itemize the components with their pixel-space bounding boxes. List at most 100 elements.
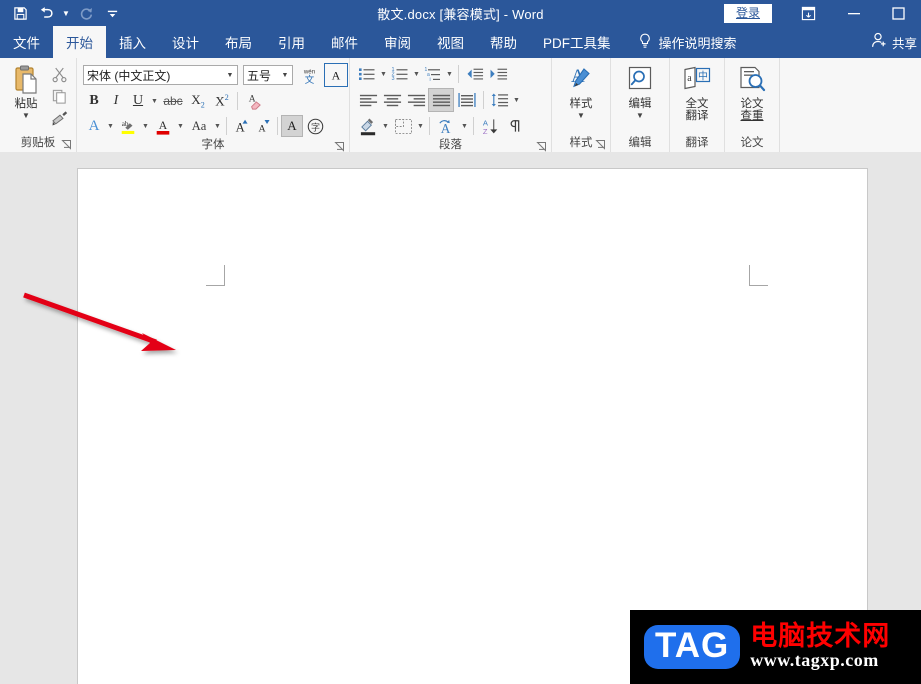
font-color-icon[interactable]: A [151,115,175,137]
change-case-icon[interactable]: Aa [186,115,212,137]
styles-button[interactable]: A 样式 ▼ [558,61,604,120]
strikethrough-icon[interactable]: abc [160,90,186,112]
shading-icon[interactable] [356,115,380,137]
font-family-caret[interactable]: ▼ [223,72,237,79]
editing-dropdown-caret[interactable]: ▼ [636,112,644,120]
minimize-icon[interactable] [831,0,876,26]
styles-dialog-launcher[interactable] [595,139,606,150]
save-icon[interactable] [8,2,32,24]
tab-design[interactable]: 设计 [159,26,212,58]
paragraph-dialog-launcher[interactable] [536,141,547,152]
font-size-caret[interactable]: ▼ [278,72,292,79]
tab-help[interactable]: 帮助 [477,26,530,58]
ribbon-group-paragraph: ▼ 1 2 3 ▼ 1 a i ▼ ▼ ▼ ▼ A ▼ A Z 段落 [350,58,552,152]
sort-icon[interactable]: A Z [477,115,501,137]
bold-icon[interactable]: B [83,90,105,112]
grow-font-icon[interactable]: A [230,115,252,137]
line-spacing-icon[interactable] [487,89,511,111]
tab-home[interactable]: 开始 [53,26,106,58]
numbering-icon[interactable]: 1 2 3 [389,63,411,85]
thesis-check-button[interactable]: 论文 查重 [729,61,775,123]
thesis-label-text: 论文 [740,137,764,149]
maximize-icon[interactable] [876,0,921,26]
character-shading-icon[interactable]: A [281,115,303,137]
tab-file[interactable]: 文件 [0,26,53,58]
cut-icon[interactable] [48,63,70,85]
shrink-font-icon[interactable]: A [252,115,274,137]
editing-button[interactable]: 编辑 ▼ [617,61,663,120]
multilevel-list-caret[interactable]: ▼ [444,63,455,85]
undo-dropdown-caret[interactable]: ▼ [60,2,72,24]
tab-mailings[interactable]: 邮件 [318,26,371,58]
clipboard-dialog-launcher[interactable] [61,139,72,150]
subscript-icon[interactable]: X2 [186,90,210,112]
numbering-caret[interactable]: ▼ [411,63,422,85]
tab-view[interactable]: 视图 [424,26,477,58]
text-highlight-color-icon[interactable]: ab [116,115,140,137]
text-effects-icon[interactable]: A [83,115,105,137]
text-effects-caret[interactable]: ▼ [105,115,116,137]
redo-icon[interactable] [74,2,98,24]
change-case-caret[interactable]: ▼ [212,115,223,137]
customize-quick-access-icon[interactable] [100,2,124,24]
ribbon-group-editing-label: 编辑 [611,135,669,152]
top-left-margin-mark [206,265,225,286]
ribbon-group-thesis: 论文 查重 论文 [725,58,780,152]
share-label[interactable]: 共享 [892,33,917,52]
borders-icon[interactable] [391,115,415,137]
font-color-caret[interactable]: ▼ [175,115,186,137]
tell-me-search[interactable]: 操作说明搜索 [624,26,747,58]
borders-caret[interactable]: ▼ [415,115,426,137]
ribbon-display-options-icon[interactable] [786,0,831,26]
clear-formatting-icon[interactable]: A [241,90,265,112]
italic-icon[interactable]: I [105,90,127,112]
align-right-icon[interactable] [404,89,428,111]
distribute-icon[interactable] [454,89,480,111]
font-dialog-launcher[interactable] [334,141,345,152]
tab-references[interactable]: 引用 [265,26,318,58]
multilevel-list-icon[interactable]: 1 a i [422,63,444,85]
paste-dropdown-caret[interactable]: ▼ [22,112,30,120]
text-highlight-caret[interactable]: ▼ [140,115,151,137]
increase-indent-icon[interactable] [486,63,510,85]
enclose-characters-icon[interactable]: 字 [303,115,327,137]
ribbon-group-thesis-label: 论文 [725,135,779,152]
person-add-icon[interactable] [870,31,890,54]
justify-icon[interactable] [428,88,454,112]
svg-text:3: 3 [392,76,395,82]
undo-icon[interactable] [34,2,58,24]
copy-icon[interactable] [48,85,70,107]
character-border-icon[interactable]: A [324,63,348,87]
document-area[interactable]: TAG 电脑技术网 www.tagxp.com [0,152,921,684]
full-text-translate-button[interactable]: a 中 全文 翻译 [674,61,720,123]
tab-insert[interactable]: 插入 [106,26,159,58]
bullets-caret[interactable]: ▼ [378,63,389,85]
phonetic-guide-icon[interactable]: wén 文 [297,64,321,86]
underline-dropdown-caret[interactable]: ▼ [149,90,160,112]
tab-review[interactable]: 审阅 [371,26,424,58]
tab-layout[interactable]: 布局 [212,26,265,58]
styles-dropdown-caret[interactable]: ▼ [577,112,585,120]
sign-in-button[interactable]: 登录 [723,3,772,23]
align-left-icon[interactable] [356,89,380,111]
tab-pdf-toolkit[interactable]: PDF工具集 [530,26,624,58]
font-size-combo[interactable]: 五号 ▼ [243,65,293,85]
format-painter-icon[interactable] [48,107,70,129]
title-bar: ▼ 散文.docx [兼容模式] - Word 登录 [0,0,921,26]
paste-button[interactable]: 粘贴 ▼ [4,61,48,120]
asian-layout-icon[interactable]: A [433,115,459,137]
align-center-icon[interactable] [380,89,404,111]
bullets-icon[interactable] [356,63,378,85]
word-page[interactable] [77,168,868,684]
svg-text:Z: Z [482,127,487,136]
underline-icon[interactable]: U [127,90,149,112]
decrease-indent-icon[interactable] [462,63,486,85]
show-formatting-marks-icon[interactable] [501,115,527,137]
font-family-combo[interactable]: 宋体 (中文正文) ▼ [83,65,238,85]
shading-caret[interactable]: ▼ [380,115,391,137]
superscript-icon[interactable]: X2 [210,90,234,112]
font-size-value: 五号 [247,68,272,83]
asian-layout-caret[interactable]: ▼ [459,115,470,137]
line-spacing-caret[interactable]: ▼ [511,89,522,111]
word-window: ▼ 散文.docx [兼容模式] - Word 登录 文件 开始 插入 设计 布… [0,0,921,684]
